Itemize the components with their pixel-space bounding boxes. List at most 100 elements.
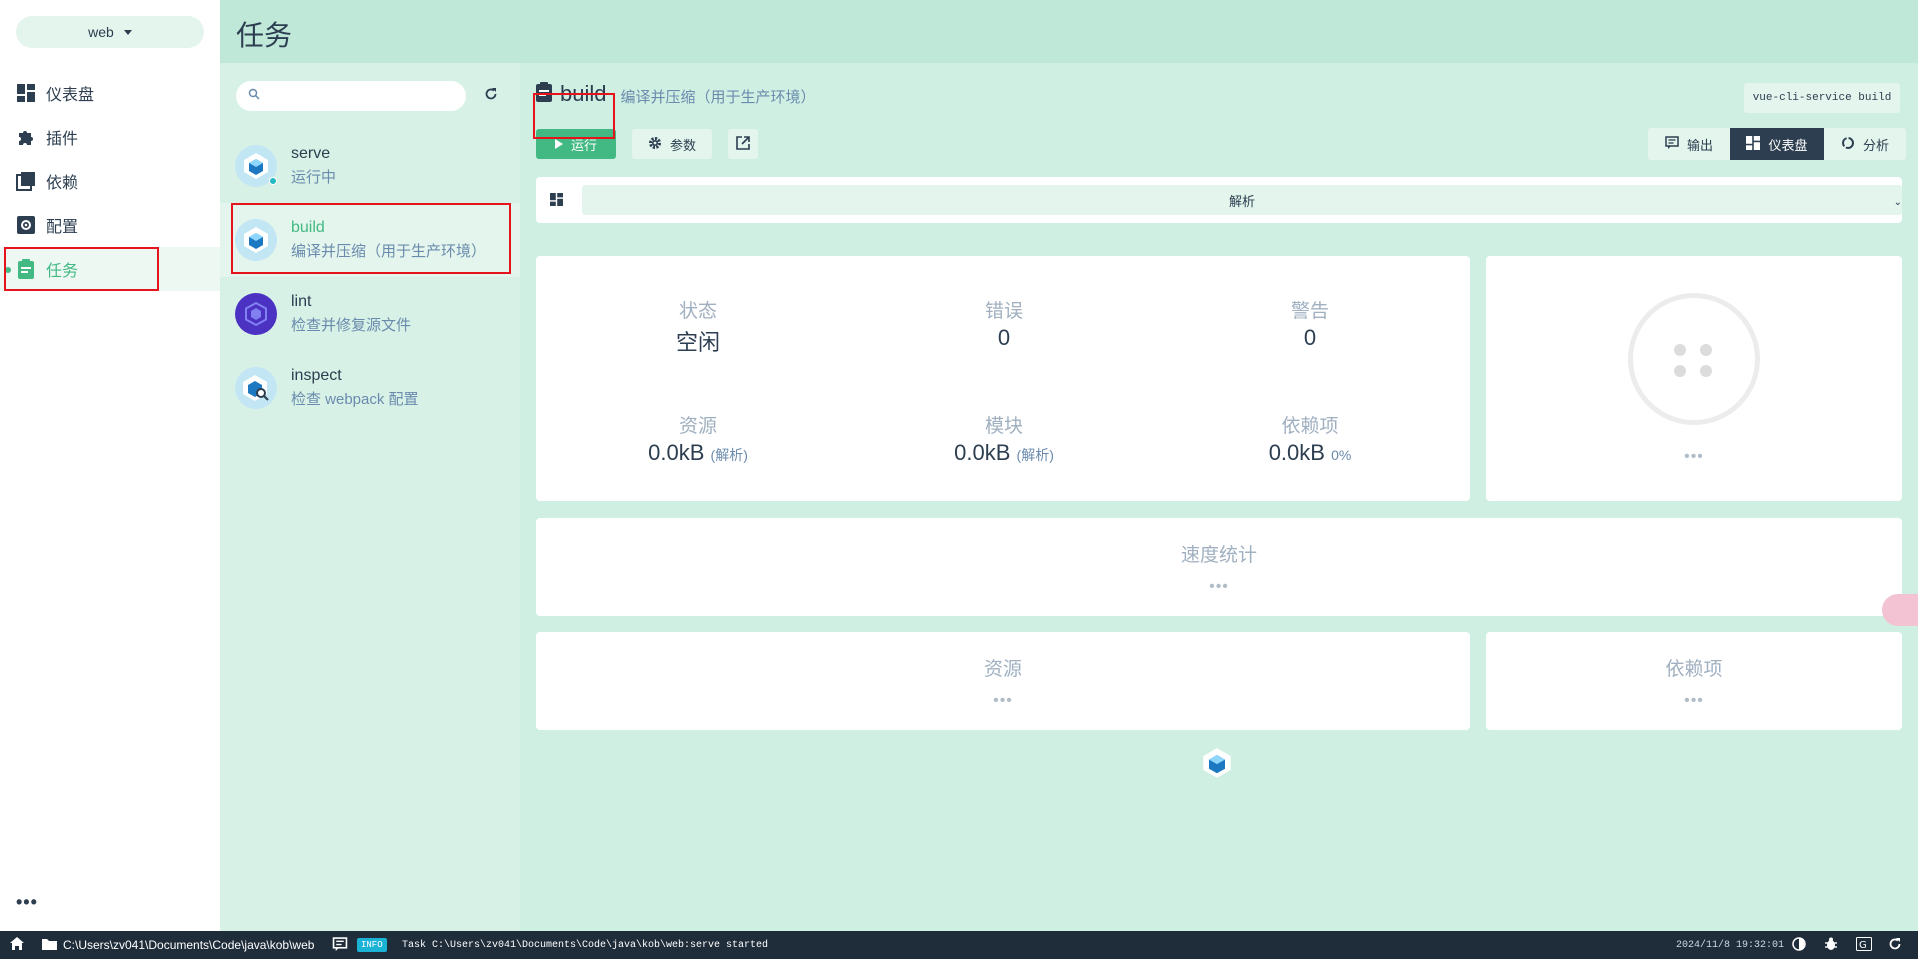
view-toggle-dashboard[interactable]: 仪表盘 xyxy=(1730,128,1824,160)
chevron-down-icon: ⌄ xyxy=(1893,197,1902,208)
translate-widget-button[interactable] xyxy=(1882,594,1918,626)
panel-title: 资源 xyxy=(983,659,1022,680)
stat-label: 资源 xyxy=(678,416,717,437)
message-icon xyxy=(1665,136,1679,152)
stat-warnings: 警告 0 xyxy=(1210,296,1410,351)
stat-label: 错误 xyxy=(984,301,1023,322)
sidebar: web 仪表盘 插件 依赖 配置 任务 ••• xyxy=(0,0,220,931)
refresh-button[interactable] xyxy=(478,83,504,109)
open-in-new-icon xyxy=(736,135,750,153)
nav-item-label: 配置 xyxy=(46,219,79,236)
contrast-icon xyxy=(1792,936,1806,954)
stat-value: 0 xyxy=(997,325,1011,350)
command-label: vue-cli-service build xyxy=(1744,83,1900,113)
task-item-serve[interactable]: serve 运行中 xyxy=(220,129,520,203)
task-item-inspect[interactable]: inspect 检查 webpack 配置 xyxy=(220,351,520,425)
nav-item-dashboard[interactable]: 仪表盘 xyxy=(0,71,220,115)
svg-text:G: G xyxy=(1859,940,1867,951)
highlight-box-nav-tasks xyxy=(4,247,159,291)
more-menu-button[interactable]: ••• xyxy=(16,892,38,913)
stat-dependencies: 依赖项 0.0kB 0% xyxy=(1210,411,1410,466)
donut-chart-icon xyxy=(1841,136,1855,153)
log-badge: INFO xyxy=(357,938,387,952)
dependencies-panel: 依赖项 ••• xyxy=(1486,632,1902,730)
parameters-button[interactable]: 参数 xyxy=(632,129,712,159)
stat-value: 0.0kB xyxy=(954,440,1011,465)
log-level-badge: INFO xyxy=(357,931,387,959)
task-item-lint[interactable]: lint 检查并修复源文件 xyxy=(220,277,520,351)
nav-item-label: 仪表盘 xyxy=(46,87,95,104)
idle-face-icon xyxy=(1628,293,1760,425)
nav-item-plugins[interactable]: 插件 xyxy=(0,115,220,159)
task-list-panel: serve 运行中 build 编译并压缩（用于生产环境） lint 检查并修复… xyxy=(220,63,520,931)
search-input[interactable] xyxy=(266,88,456,104)
refresh-icon xyxy=(484,87,498,106)
task-desc: 运行中 xyxy=(291,169,337,186)
status-bar: C:\Users\zv041\Documents\Code\java\kob\w… xyxy=(0,931,1918,959)
running-status-dot xyxy=(269,177,277,185)
dashboard-icon xyxy=(550,193,563,211)
caret-down-icon xyxy=(123,29,132,35)
home-icon xyxy=(10,937,24,953)
mode-selector-bar: 解析 ⌄ xyxy=(536,177,1902,223)
message-icon xyxy=(332,936,348,954)
panel-title: 速度统计 xyxy=(1180,545,1257,566)
task-desc: 检查 webpack 配置 xyxy=(291,391,419,408)
highlight-box-run-button xyxy=(533,93,615,139)
search-box[interactable] xyxy=(236,81,466,111)
stat-sub: 0% xyxy=(1331,447,1352,463)
stat-label: 警告 xyxy=(1290,301,1329,322)
nav-item-label: 插件 xyxy=(46,131,79,148)
stat-label: 模块 xyxy=(984,416,1023,437)
stat-value: 0.0kB xyxy=(1268,440,1325,465)
parameters-button-label: 参数 xyxy=(669,137,696,153)
webpack-cube-icon xyxy=(1202,747,1232,784)
stat-status: 状态 空闲 xyxy=(598,296,798,357)
open-external-button[interactable] xyxy=(728,129,758,159)
nav-item-configuration[interactable]: 配置 xyxy=(0,203,220,247)
project-selector[interactable]: web xyxy=(16,16,204,48)
webpack-inspect-icon xyxy=(235,367,277,409)
search-icon xyxy=(248,87,260,105)
eslint-icon xyxy=(235,293,277,335)
mode-selector-value: 解析 xyxy=(1228,193,1255,209)
console-log-button[interactable] xyxy=(332,931,348,959)
loading-dots: ••• xyxy=(1209,578,1229,595)
speed-stats-panel: 速度统计 ••• xyxy=(536,518,1902,616)
stat-value: 0 xyxy=(1303,325,1317,350)
task-detail-desc: 编译并压缩（用于生产环境） xyxy=(620,88,816,106)
build-stats-panel: 状态 空闲 错误 0 警告 0 资源 0.0kB (解析) 模块 0.0kB (… xyxy=(536,256,1470,501)
puzzle-icon xyxy=(16,127,36,147)
settings-box-icon xyxy=(16,215,36,235)
mode-selector-dropdown[interactable]: 解析 ⌄ xyxy=(582,185,1902,215)
loading-dots: ••• xyxy=(1684,448,1704,465)
page-header: 任务 xyxy=(220,0,1918,63)
sync-button[interactable] xyxy=(1888,931,1902,959)
bug-icon xyxy=(1824,937,1838,954)
nav-item-label: 依赖 xyxy=(46,175,79,192)
project-path-text: C:\Users\zv041\Documents\Code\java\kob\w… xyxy=(63,938,315,952)
library-icon xyxy=(16,171,36,191)
language-button[interactable]: G xyxy=(1856,931,1872,959)
status-indicator-panel: ••• xyxy=(1486,256,1902,501)
view-toggle-output[interactable]: 输出 xyxy=(1648,128,1730,160)
project-path[interactable]: C:\Users\zv041\Documents\Code\java\kob\w… xyxy=(42,931,314,959)
task-name: inspect xyxy=(291,367,342,384)
dark-mode-toggle[interactable] xyxy=(1792,931,1806,959)
task-name: serve xyxy=(291,145,331,162)
stat-modules: 模块 0.0kB (解析) xyxy=(904,411,1104,466)
task-desc: 检查并修复源文件 xyxy=(291,317,412,334)
stat-sub: (解析) xyxy=(1016,447,1054,463)
home-button[interactable] xyxy=(10,931,24,959)
view-toggle-analyze[interactable]: 分析 xyxy=(1824,128,1906,160)
task-detail-panel: build 编译并压缩（用于生产环境） vue-cli-service buil… xyxy=(520,63,1918,931)
folder-icon xyxy=(42,938,57,953)
webpack-cube-icon xyxy=(235,145,277,187)
stat-label: 状态 xyxy=(678,301,717,322)
last-log-message: Task C:\Users\zv041\Documents\Code\java\… xyxy=(402,939,769,951)
bug-report-button[interactable] xyxy=(1824,931,1838,959)
stat-label: 依赖项 xyxy=(1281,416,1339,437)
stat-value: 空闲 xyxy=(675,330,720,355)
nav-item-dependencies[interactable]: 依赖 xyxy=(0,159,220,203)
stat-errors: 错误 0 xyxy=(904,296,1104,351)
